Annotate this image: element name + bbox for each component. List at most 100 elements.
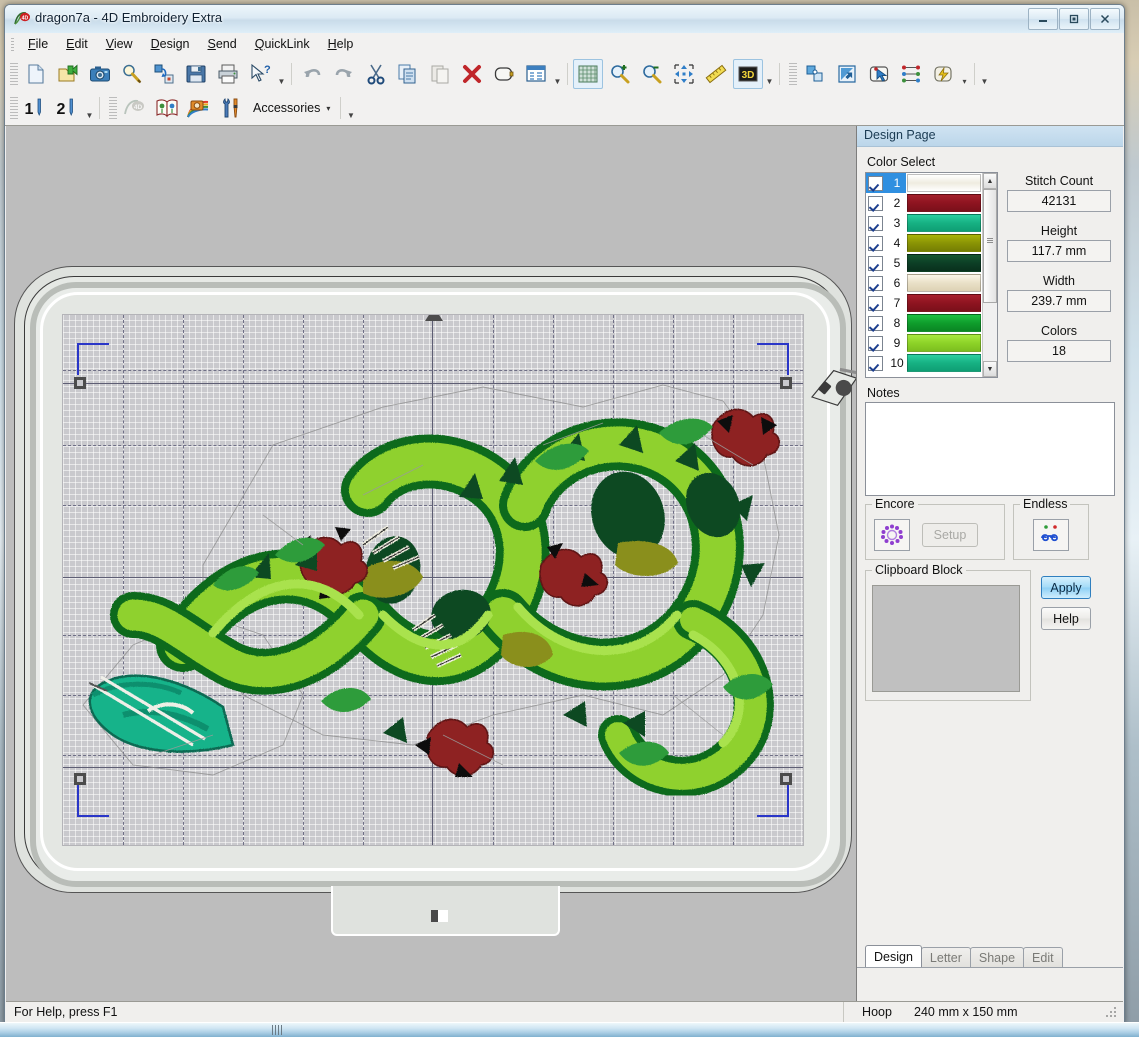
notes-textarea[interactable] bbox=[865, 402, 1115, 496]
tab-letter[interactable]: Letter bbox=[920, 947, 971, 967]
design-canvas[interactable] bbox=[6, 126, 857, 1006]
color-visibility-checkbox[interactable] bbox=[868, 255, 883, 271]
measure-ruler-button[interactable] bbox=[701, 59, 731, 89]
color-visibility-checkbox[interactable] bbox=[868, 295, 883, 311]
tab-shape[interactable]: Shape bbox=[969, 947, 1025, 967]
color-row[interactable]: 9 bbox=[866, 333, 983, 353]
tools-configure-button[interactable] bbox=[216, 93, 246, 123]
menu-item-help[interactable]: Help bbox=[319, 33, 363, 57]
color-visibility-checkbox[interactable] bbox=[868, 355, 883, 371]
capture-button[interactable] bbox=[85, 59, 115, 89]
apply-button[interactable]: Apply bbox=[1041, 576, 1091, 599]
accessories-menu[interactable]: Accessories ▾ bbox=[247, 101, 336, 115]
close-button[interactable] bbox=[1090, 8, 1120, 30]
catalog-book-button[interactable] bbox=[152, 93, 182, 123]
color-list-scrollbar[interactable]: ▲ ▼ bbox=[982, 173, 997, 377]
4d-suite-button[interactable]: 4D bbox=[120, 93, 150, 123]
color-swatch[interactable] bbox=[907, 214, 981, 232]
color-change-button[interactable] bbox=[896, 59, 926, 89]
endless-swirl-icon[interactable] bbox=[1033, 519, 1069, 551]
color-swatch[interactable] bbox=[906, 173, 982, 193]
color-row[interactable]: 2 bbox=[866, 193, 983, 213]
color-swatch[interactable] bbox=[907, 234, 981, 252]
scroll-down-button[interactable]: ▼ bbox=[983, 361, 997, 377]
needle-1-button[interactable]: 1 bbox=[21, 93, 51, 123]
toolbar-overflow-chevron-4[interactable]: ▼ bbox=[979, 58, 990, 91]
color-swatch[interactable] bbox=[907, 194, 981, 212]
color-swatch[interactable] bbox=[907, 294, 981, 312]
context-help-button[interactable]: ? bbox=[245, 59, 275, 89]
toolbar-grip[interactable] bbox=[109, 97, 117, 119]
zoom-out-button[interactable] bbox=[637, 59, 667, 89]
delete-button[interactable] bbox=[457, 59, 487, 89]
needle-2-button[interactable]: 2 bbox=[53, 93, 83, 123]
toolbar-overflow-chevron-3[interactable]: ▼ bbox=[764, 58, 775, 91]
hoop-ring-button[interactable] bbox=[489, 59, 519, 89]
color-swatch[interactable] bbox=[907, 334, 981, 352]
color-visibility-checkbox[interactable] bbox=[868, 195, 883, 211]
color-visibility-checkbox[interactable] bbox=[868, 275, 883, 291]
tab-edit[interactable]: Edit bbox=[1023, 947, 1063, 967]
menu-item-view[interactable]: View bbox=[97, 33, 142, 57]
color-swatch[interactable] bbox=[907, 314, 981, 332]
combine-blocks-button[interactable] bbox=[800, 59, 830, 89]
cut-button[interactable] bbox=[361, 59, 391, 89]
three-d-button[interactable]: 3D bbox=[733, 59, 763, 89]
color-row[interactable]: 1 bbox=[866, 173, 983, 193]
color-row[interactable]: 3 bbox=[866, 213, 983, 233]
save-button[interactable] bbox=[181, 59, 211, 89]
grid-button[interactable] bbox=[573, 59, 603, 89]
color-row[interactable]: 4 bbox=[866, 233, 983, 253]
color-row[interactable]: 6 bbox=[866, 273, 983, 293]
toolbar-overflow-chevron-2[interactable]: ▼ bbox=[552, 58, 563, 91]
color-swatch[interactable] bbox=[907, 354, 981, 372]
needle-overflow-chevron[interactable]: ▼ bbox=[84, 92, 95, 125]
rainbow-camera-button[interactable] bbox=[184, 93, 214, 123]
color-swatch[interactable] bbox=[907, 254, 981, 272]
menu-item-send[interactable]: Send bbox=[199, 33, 246, 57]
modify-block-button[interactable] bbox=[832, 59, 862, 89]
taskbar-grip[interactable] bbox=[272, 1025, 282, 1035]
color-visibility-checkbox[interactable] bbox=[868, 175, 883, 191]
menu-grip[interactable] bbox=[11, 38, 14, 52]
select-block-button[interactable] bbox=[864, 59, 894, 89]
toolbar-overflow-chevron-1[interactable]: ▼ bbox=[276, 58, 287, 91]
new-document-button[interactable] bbox=[21, 59, 51, 89]
minimize-button[interactable] bbox=[1028, 8, 1058, 30]
color-select-list[interactable]: 1 2 3 4 5 6 7 8 9 10 ▲ ▼ bbox=[865, 172, 998, 378]
print-button[interactable] bbox=[213, 59, 243, 89]
quick-stitch-dropdown[interactable]: ▾ bbox=[959, 58, 970, 91]
open-design-button[interactable] bbox=[53, 59, 83, 89]
undo-button[interactable] bbox=[297, 59, 327, 89]
paste-button[interactable] bbox=[425, 59, 455, 89]
color-row[interactable]: 7 bbox=[866, 293, 983, 313]
copy-button[interactable] bbox=[393, 59, 423, 89]
toolbar-grip[interactable] bbox=[10, 97, 18, 119]
maximize-button[interactable] bbox=[1059, 8, 1089, 30]
stitch-design-area[interactable] bbox=[62, 314, 804, 846]
menu-item-quicklink[interactable]: QuickLink bbox=[246, 33, 319, 57]
menu-item-design[interactable]: Design bbox=[142, 33, 199, 57]
scrollbar-thumb[interactable] bbox=[983, 189, 997, 303]
color-visibility-checkbox[interactable] bbox=[868, 215, 883, 231]
taskbar[interactable] bbox=[0, 1022, 1139, 1037]
toolbar-grip[interactable] bbox=[789, 63, 797, 85]
design-properties-button[interactable] bbox=[521, 59, 551, 89]
encore-flower-ring-icon[interactable] bbox=[874, 519, 910, 551]
clipboard-block-preview[interactable] bbox=[872, 585, 1020, 692]
menu-item-edit[interactable]: Edit bbox=[57, 33, 97, 57]
color-row[interactable]: 5 bbox=[866, 253, 983, 273]
menu-item-file[interactable]: FFileile bbox=[19, 33, 57, 57]
resize-grip[interactable] bbox=[1104, 1004, 1120, 1020]
help-button[interactable]: Help bbox=[1041, 607, 1091, 630]
color-visibility-checkbox[interactable] bbox=[868, 335, 883, 351]
color-swatch[interactable] bbox=[907, 274, 981, 292]
pan-button[interactable] bbox=[669, 59, 699, 89]
color-row[interactable]: 10 bbox=[866, 353, 983, 373]
color-visibility-checkbox[interactable] bbox=[868, 235, 883, 251]
tab-design[interactable]: Design bbox=[865, 945, 922, 967]
zoom-in-button[interactable] bbox=[605, 59, 635, 89]
preview-button[interactable] bbox=[117, 59, 147, 89]
toolbar-grip[interactable] bbox=[10, 63, 18, 85]
scroll-up-button[interactable]: ▲ bbox=[983, 173, 997, 189]
